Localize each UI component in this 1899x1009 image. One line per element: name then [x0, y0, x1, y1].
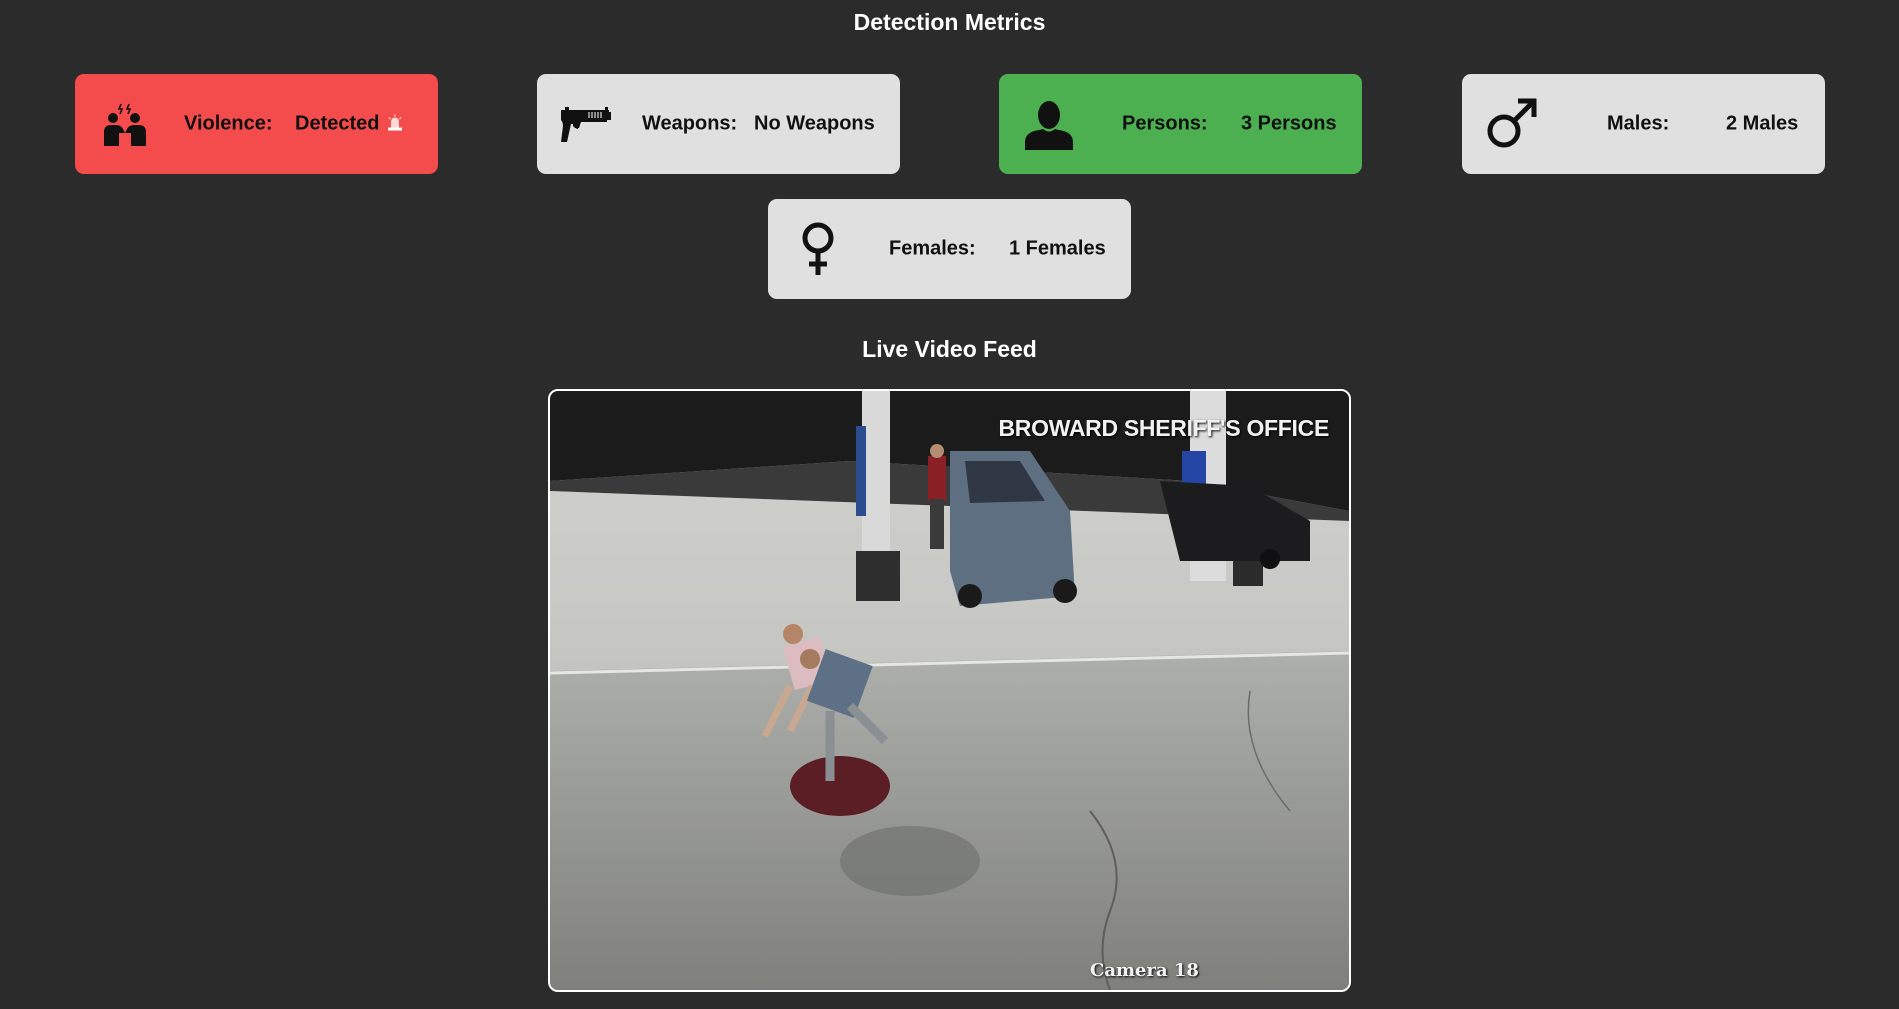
- person-silhouette-icon: [1023, 98, 1075, 150]
- pistol-icon: [559, 104, 611, 144]
- males-label: Males:: [1607, 112, 1670, 135]
- females-label: Females:: [889, 237, 976, 260]
- video-source-overlay: BROWARD SHERIFF'S OFFICE: [998, 415, 1330, 441]
- weapons-card: Weapons: No Weapons: [537, 74, 900, 174]
- female-symbol-icon: [798, 221, 838, 277]
- video-frame-image: [550, 391, 1349, 990]
- females-card: Females: 1 Females: [768, 199, 1131, 299]
- fighting-people-icon: [99, 102, 151, 146]
- video-title: Live Video Feed: [862, 336, 1037, 362]
- violence-value-text: Detected: [295, 112, 380, 135]
- males-value: 2 Males: [1726, 112, 1799, 135]
- violence-card: Violence: Detected: [75, 74, 438, 174]
- violence-label: Violence:: [184, 112, 273, 135]
- alarm-icon: [387, 114, 403, 131]
- male-symbol-icon: [1484, 97, 1538, 151]
- females-value: 1 Females: [1009, 237, 1106, 260]
- metrics-title: Detection Metrics: [853, 9, 1046, 35]
- video-camera-overlay: Camera 18: [1090, 960, 1199, 981]
- weapons-value: No Weapons: [754, 112, 875, 135]
- persons-value: 3 Persons: [1241, 112, 1337, 135]
- persons-card: Persons: 3 Persons: [999, 74, 1362, 174]
- persons-label: Persons:: [1122, 112, 1208, 135]
- live-video-feed[interactable]: BROWARD SHERIFF'S OFFICE Camera 18: [548, 389, 1351, 992]
- weapons-label: Weapons:: [642, 112, 738, 135]
- violence-value: Detected: [295, 113, 403, 136]
- males-card: Males: 2 Males: [1462, 74, 1825, 174]
